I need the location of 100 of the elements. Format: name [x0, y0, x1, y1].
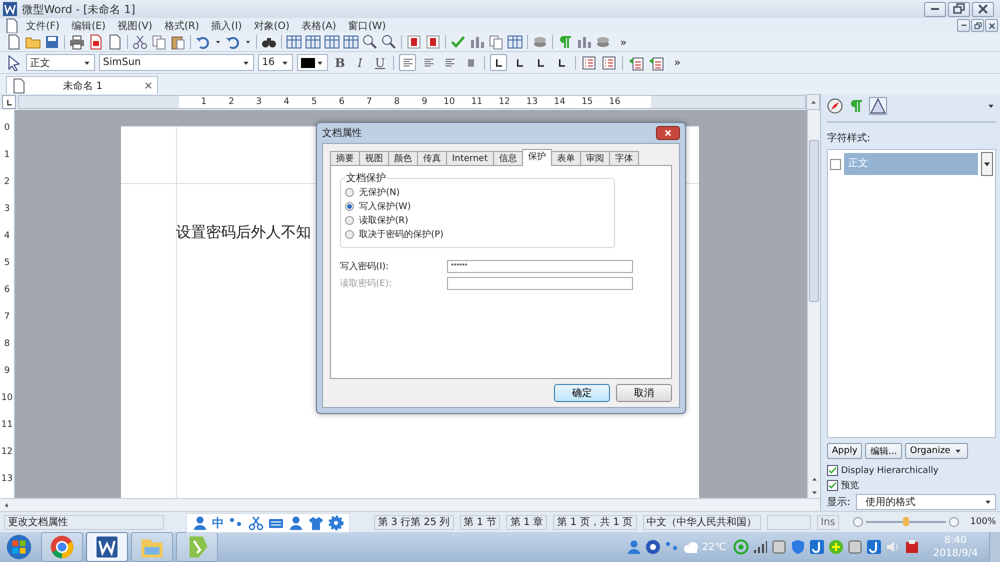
dialog-tab[interactable]: 字体 [608, 151, 639, 166]
tab-close-button[interactable]: × [144, 79, 153, 92]
curved-arrow-icon[interactable] [225, 34, 241, 50]
pointer-icon[interactable] [6, 54, 22, 70]
checkbox[interactable] [827, 480, 838, 492]
overflow-button[interactable]: » [668, 56, 687, 69]
radio-button[interactable] [345, 188, 354, 196]
overflow-button[interactable]: » [614, 36, 633, 48]
radio-button[interactable] [345, 202, 354, 210]
paragraph-icon[interactable] [848, 98, 864, 114]
hook-icon[interactable] [809, 539, 826, 555]
tab-stop-button[interactable] [490, 54, 507, 71]
zoom-out-button[interactable] [853, 517, 864, 527]
dialog-tab[interactable]: 保护 [522, 149, 552, 166]
radio-button[interactable] [345, 216, 354, 224]
size-dropdown[interactable]: 16 [258, 54, 293, 71]
zoom-in-button[interactable] [949, 517, 960, 527]
copy-icon[interactable] [488, 34, 504, 50]
font-dropdown[interactable]: SimSun [99, 54, 254, 71]
restore-button[interactable] [971, 19, 984, 32]
bar-chart-icon[interactable] [576, 34, 592, 50]
menu-item[interactable]: 格式(R) [158, 18, 206, 32]
compass-icon[interactable] [827, 98, 843, 114]
table-icon[interactable] [507, 34, 523, 50]
shield-icon[interactable] [790, 539, 806, 555]
taskbar-pen-button[interactable] [176, 532, 218, 562]
panel-button[interactable]: Organize [905, 443, 968, 460]
minimize-button[interactable] [957, 19, 970, 32]
menu-item[interactable]: 编辑(E) [66, 18, 112, 32]
format-button[interactable]: I [352, 54, 368, 70]
restore-button[interactable] [948, 2, 970, 16]
curved-arrow-icon[interactable] [195, 34, 211, 50]
checkbox[interactable] [830, 158, 841, 170]
vertical-scrollbar[interactable] [807, 110, 820, 498]
dialog-tab[interactable]: 摘要 [330, 151, 360, 166]
magnifier-icon[interactable] [381, 34, 397, 50]
indent-icon[interactable] [648, 54, 664, 70]
dialog-tab[interactable]: 视图 [359, 151, 389, 166]
panel-button[interactable]: 编辑... [865, 443, 902, 460]
dialog-tab[interactable]: 审阅 [580, 151, 610, 166]
menu-item[interactable]: 文件(F) [20, 18, 66, 32]
input-mode-button[interactable]: 中 [212, 514, 224, 532]
scroll-up-button[interactable] [806, 94, 820, 110]
dropdown-button[interactable] [981, 152, 993, 176]
menu-item[interactable]: 插入(I) [205, 18, 248, 32]
dialog-button[interactable]: 确定 [554, 384, 610, 402]
printer-icon[interactable] [69, 34, 85, 50]
shirt-icon[interactable] [308, 515, 324, 531]
magnifier-icon[interactable] [362, 34, 378, 50]
stack-icon[interactable] [532, 34, 548, 50]
person-icon[interactable] [288, 515, 304, 531]
panel-button[interactable]: Apply [827, 443, 862, 460]
radio-button[interactable] [345, 230, 354, 238]
dialog-tab[interactable]: Internet [446, 151, 494, 166]
horizontal-scrollbar[interactable] [0, 498, 820, 511]
dialog-tab[interactable]: 信息 [492, 151, 523, 166]
color-dropdown[interactable] [297, 54, 328, 71]
menu-item[interactable]: 对象(O) [248, 18, 296, 32]
taskbar-document-app-button[interactable] [86, 532, 128, 562]
taskbar-browser-button[interactable] [41, 532, 83, 562]
stack-icon[interactable] [595, 34, 611, 50]
table-icon[interactable] [343, 34, 359, 50]
close-button[interactable] [972, 2, 994, 16]
paragraph-icon[interactable] [557, 34, 573, 50]
person-icon[interactable] [192, 515, 208, 531]
scissors-icon[interactable] [132, 34, 148, 50]
dialog-tab[interactable]: 颜色 [388, 151, 418, 166]
close-button[interactable] [985, 19, 998, 32]
copy-icon[interactable] [151, 34, 167, 50]
list-icon[interactable] [581, 54, 597, 70]
checkbox[interactable] [827, 465, 838, 476]
dialog-tab[interactable]: 传真 [417, 151, 447, 166]
table-icon[interactable] [305, 34, 321, 50]
settings-icon[interactable] [328, 515, 344, 531]
bar-chart-icon[interactable] [469, 34, 485, 50]
help-icon[interactable] [645, 539, 662, 555]
document-tab[interactable]: 未命名 1 × [6, 76, 158, 94]
menu-item[interactable]: 表格(A) [296, 18, 342, 32]
pdf-document-icon[interactable] [88, 34, 104, 50]
hook-icon[interactable] [866, 539, 882, 555]
list-icon[interactable] [601, 54, 617, 70]
scissors-icon[interactable] [248, 515, 264, 531]
tab-selector[interactable] [2, 95, 16, 109]
box-icon[interactable] [904, 539, 920, 555]
dialog-button[interactable]: 取消 [616, 384, 672, 402]
clipboard-icon[interactable] [170, 34, 186, 50]
format-button[interactable]: B [332, 54, 348, 70]
menu-item[interactable]: 视图(V) [112, 18, 158, 32]
close-button[interactable] [656, 126, 680, 140]
format-button[interactable]: U [372, 54, 388, 70]
plus-ball-icon[interactable] [828, 539, 844, 555]
style-dropdown[interactable]: 正文 [26, 54, 95, 71]
show-dropdown[interactable]: 使用的格式 [856, 494, 996, 510]
align-button[interactable] [399, 54, 416, 71]
format-icon[interactable] [425, 34, 441, 50]
table-icon[interactable] [286, 34, 302, 50]
triangle-icon[interactable] [869, 97, 887, 115]
card-icon[interactable] [847, 539, 864, 555]
indent-icon[interactable] [628, 54, 644, 70]
format-icon[interactable] [406, 34, 422, 50]
